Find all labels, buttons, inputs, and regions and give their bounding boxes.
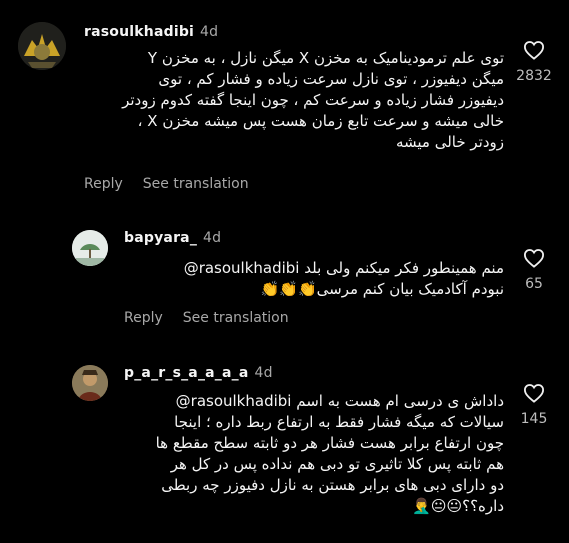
comment-line: منم همینطور فکر میکنم ولی بلد @rasoulkha…	[124, 258, 504, 279]
comment-line: نبودم آکادمیک بیان کنم مرسی👏👏👏	[260, 280, 504, 298]
reply-button[interactable]: Reply	[84, 176, 123, 192]
comment-line: هم ثابته پس کلا تاثیری تو دبی هم نداده پ…	[170, 455, 504, 473]
see-translation-link[interactable]: See translation	[183, 310, 289, 326]
comment-text: منم همینطور فکر میکنم ولی بلد @rasoulkha…	[124, 258, 504, 300]
heart-icon[interactable]	[523, 40, 545, 60]
like-count: 65	[525, 276, 543, 292]
username-text[interactable]: bapyara_	[124, 230, 197, 246]
avatar[interactable]	[72, 365, 108, 401]
avatar-image-icon	[72, 365, 108, 401]
comment-line: میگن دیفیوزر ، توی نازل سرعت زیاده و فشا…	[158, 70, 504, 88]
comment-text: توی علم ترمودینامیک به مخزن X میگن نازل …	[84, 48, 504, 153]
comment-actions: Reply See translation	[124, 310, 309, 326]
like-count: 2832	[516, 68, 552, 84]
like-button[interactable]: 2832	[514, 40, 554, 84]
avatar-image-icon	[72, 230, 108, 266]
heart-icon[interactable]	[523, 248, 545, 268]
comment-line-text: داداش ی درسی ام هست به اسم	[296, 392, 504, 410]
see-translation-link[interactable]: See translation	[143, 176, 249, 192]
comment-parsa: p_a_r_s_a_a_a_a 4d داداش ی درسی ام هست به…	[0, 345, 569, 543]
mention-link[interactable]: @rasoulkhadibi	[184, 259, 300, 277]
heart-icon[interactable]	[523, 383, 545, 403]
comment-line: داره؟؟😐😐🤦‍♂️	[412, 497, 504, 515]
comment-line: سیالات که میگه فشار فقط به ارتفاع ربط دا…	[174, 413, 504, 431]
comment-age: 4d	[254, 365, 273, 381]
comment-line: چون ارتفاع برابر هست فشار هر دو ثابته سط…	[155, 434, 504, 452]
comment-line: دو دارای دبی های برابر هستن به نازل دفیو…	[161, 476, 504, 494]
comment-actions: Reply See translation	[84, 176, 269, 192]
like-button[interactable]: 145	[514, 383, 554, 427]
username-text[interactable]: rasoulkhadibi	[84, 24, 194, 40]
comment-line: خالی میشه و سرعت تابع زمان هست پس میشه م…	[137, 112, 504, 130]
comment-line: زودتر خالی میشه	[395, 133, 504, 151]
comment-rasoulkhadibi: rasoulkhadibi 4d توی علم ترمودینامیک به م…	[0, 0, 569, 210]
like-button[interactable]: 65	[514, 248, 554, 292]
username[interactable]: rasoulkhadibi 4d	[84, 24, 218, 40]
like-count: 145	[520, 411, 548, 427]
comment-text: داداش ی درسی ام هست به اسم @rasoulkhadib…	[124, 391, 504, 517]
comment-line: داداش ی درسی ام هست به اسم @rasoulkhadib…	[124, 391, 504, 412]
avatar[interactable]	[18, 22, 66, 70]
comment-line: توی علم ترمودینامیک به مخزن X میگن نازل …	[147, 49, 504, 67]
avatar[interactable]	[72, 230, 108, 266]
comment-bapyara: bapyara_ 4d منم همینطور فکر میکنم ولی بلد…	[0, 210, 569, 340]
reply-button[interactable]: Reply	[124, 310, 163, 326]
comment-line: دیفیوزر فشار زیاده و سرعت کم ، چون اینجا…	[122, 91, 504, 109]
username[interactable]: p_a_r_s_a_a_a_a 4d	[124, 365, 273, 381]
username-text[interactable]: p_a_r_s_a_a_a_a	[124, 365, 249, 381]
username[interactable]: bapyara_ 4d	[124, 230, 221, 246]
comment-age: 4d	[200, 24, 219, 40]
avatar-image-icon	[18, 22, 66, 70]
comment-age: 4d	[203, 230, 222, 246]
mention-link[interactable]: @rasoulkhadibi	[176, 392, 292, 410]
comment-line-text: منم همینطور فکر میکنم ولی بلد	[304, 259, 504, 277]
